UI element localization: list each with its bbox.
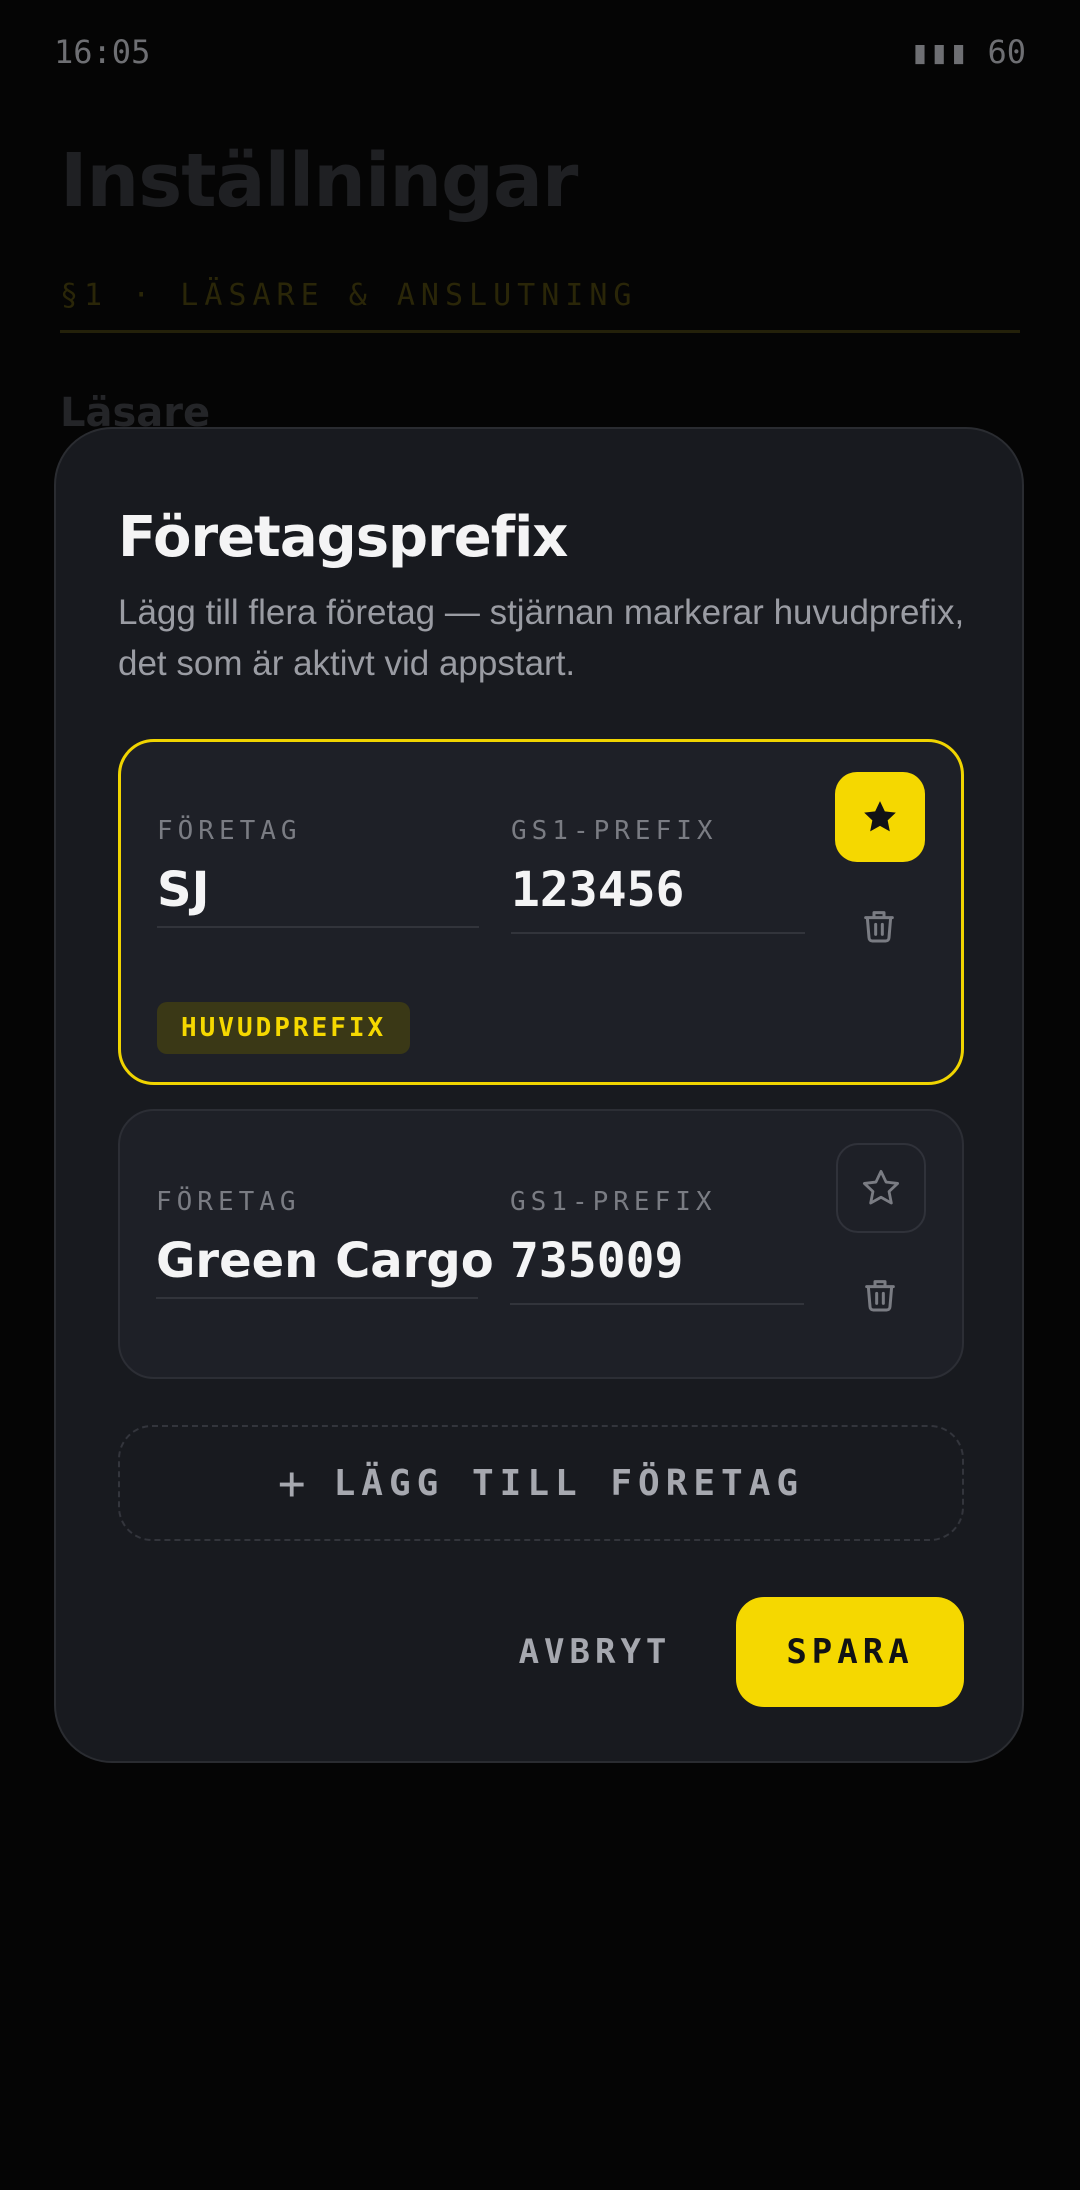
status-time: 16:05 — [54, 33, 151, 71]
section-heading: §1 · LÄSARE & ANSLUTNING — [60, 278, 638, 313]
delete-button[interactable] — [851, 898, 907, 954]
prefix-input[interactable]: 123456 — [511, 862, 684, 918]
company-input[interactable]: SJ — [157, 862, 209, 918]
prefix-label: GS1-PREFIX — [510, 1187, 717, 1217]
prefix-input[interactable]: 735009 — [510, 1233, 683, 1289]
page-title: Inställningar — [60, 138, 578, 224]
company-prefix-dialog: Företagsprefix Lägg till flera företag —… — [54, 427, 1024, 1763]
plus-icon: + — [277, 1456, 312, 1510]
prefix-input-underline — [511, 932, 805, 934]
primary-star-button[interactable] — [835, 772, 925, 862]
delete-button[interactable] — [852, 1267, 908, 1323]
company-label: FÖRETAG — [157, 816, 302, 846]
prefix-label: GS1-PREFIX — [511, 816, 718, 846]
trash-icon — [864, 911, 894, 943]
company-input-underline — [156, 1297, 478, 1299]
company-input[interactable]: Green Cargo — [156, 1233, 494, 1289]
company-label: FÖRETAG — [156, 1187, 301, 1217]
dialog-description: Lägg till flera företag — stjärnan marke… — [118, 593, 965, 683]
section-divider — [60, 330, 1020, 333]
star-outline-icon — [862, 1169, 900, 1205]
battery-indicator: ▮▮▮ 60 — [910, 33, 1026, 71]
set-primary-star-button[interactable] — [836, 1143, 926, 1233]
trash-icon — [865, 1280, 895, 1312]
primary-prefix-badge: HUVUDPREFIX — [157, 1002, 411, 1054]
prefix-input-underline — [510, 1303, 804, 1305]
add-company-label: LÄGG TILL FÖRETAG — [333, 1462, 805, 1504]
star-filled-icon — [864, 801, 896, 832]
company-card: FÖRETAG SJ GS1-PREFIX 123456 HUVUDPREFIX — [118, 739, 964, 1085]
dialog-title: Företagsprefix — [118, 505, 568, 570]
company-input-underline — [157, 926, 479, 928]
company-card: FÖRETAG Green Cargo GS1-PREFIX 735009 — [118, 1109, 964, 1379]
status-bar: 16:05 ▮▮▮ 60 — [54, 30, 1026, 74]
add-company-button[interactable]: + LÄGG TILL FÖRETAG — [118, 1425, 964, 1541]
cancel-button[interactable]: AVBRYT — [500, 1597, 690, 1707]
save-button[interactable]: SPARA — [736, 1597, 964, 1707]
